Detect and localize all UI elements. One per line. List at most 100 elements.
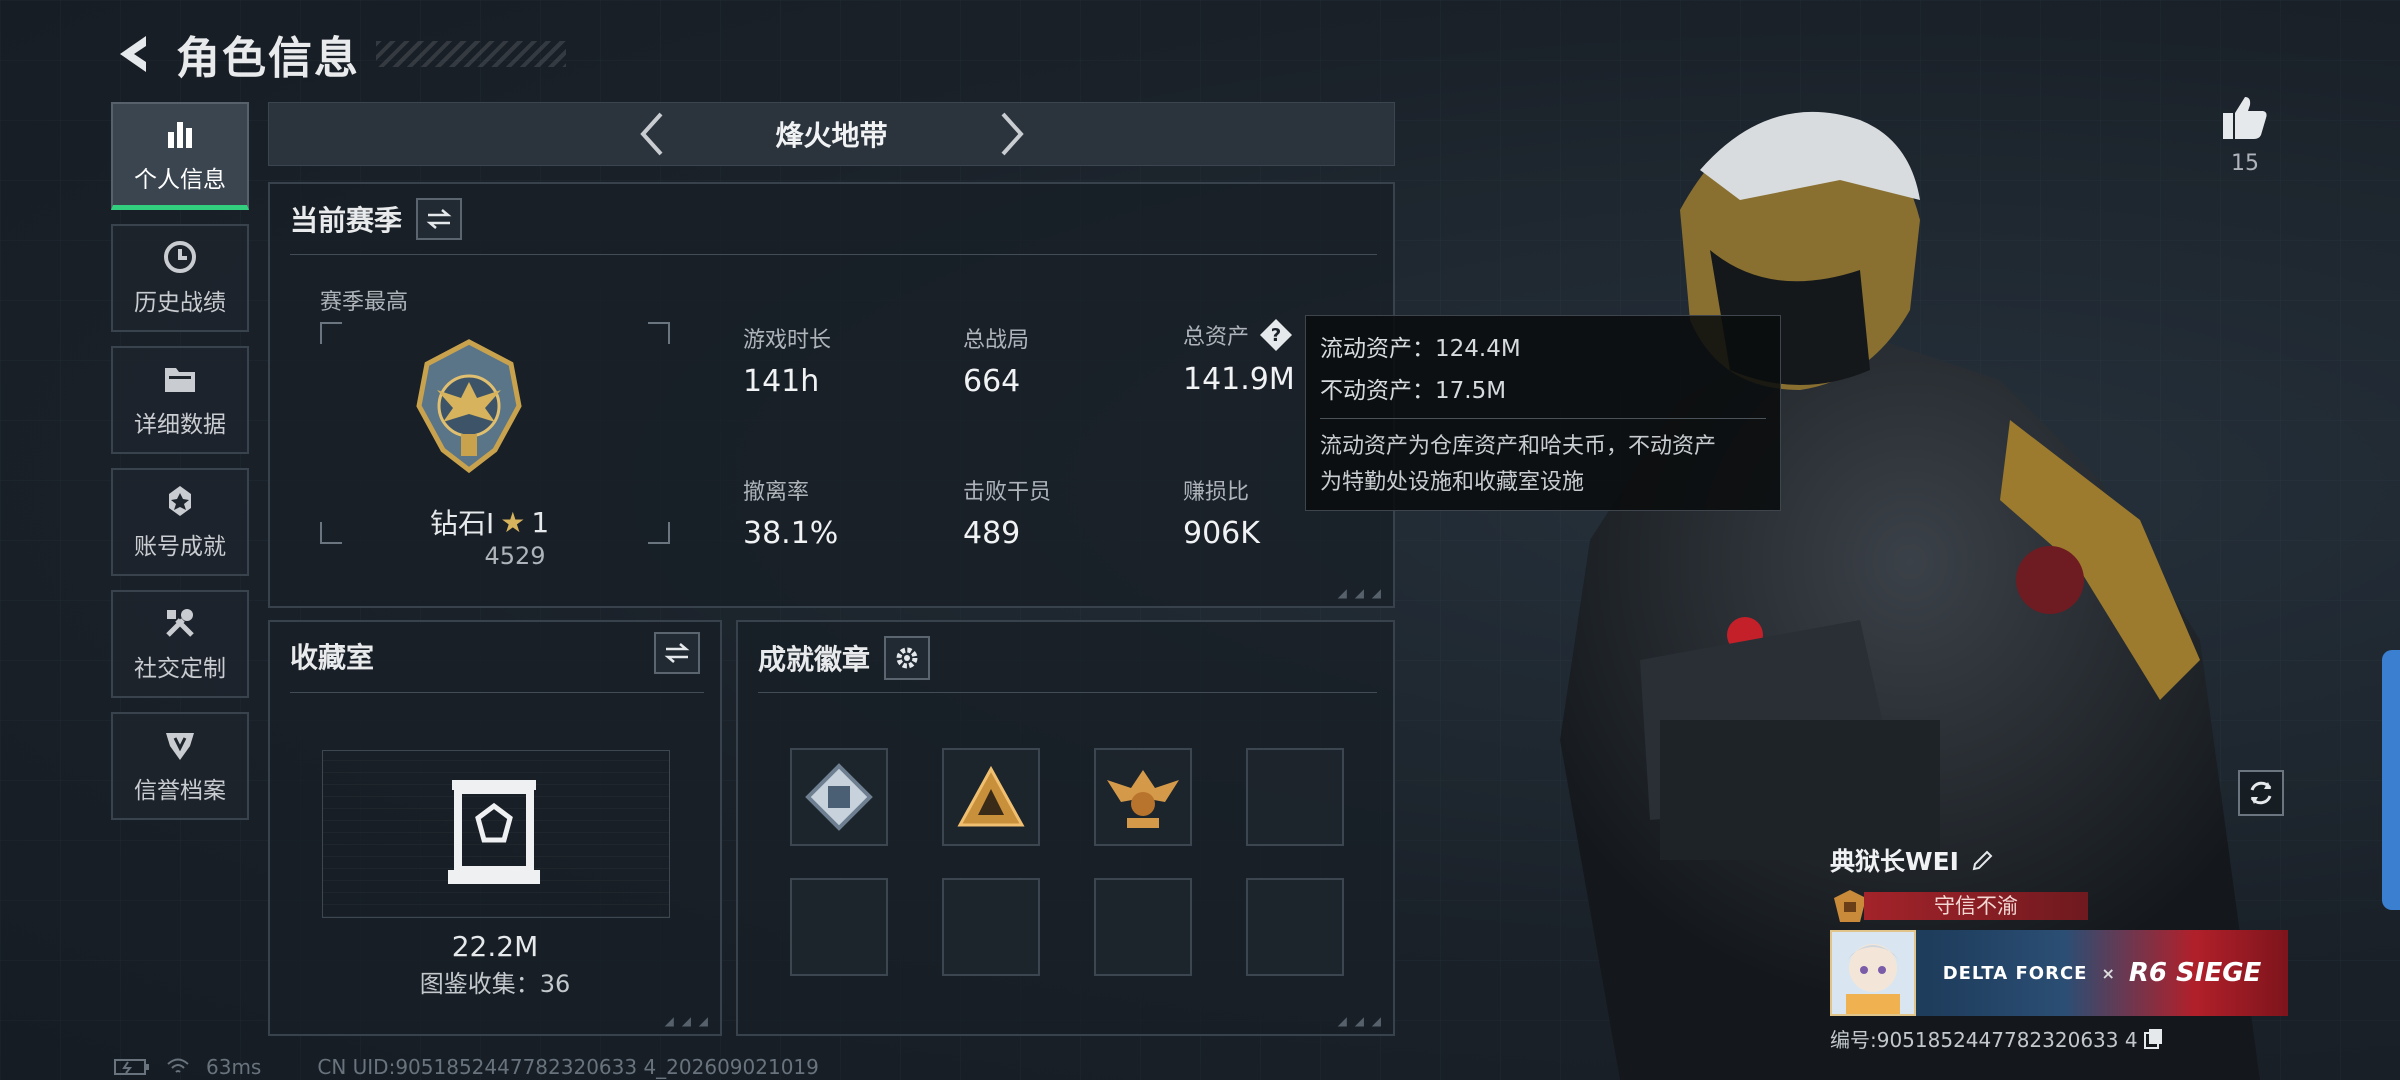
nav-label: 信誉档案	[134, 778, 226, 804]
stat-value: 906K	[1183, 516, 1260, 551]
stat-total-assets: 总资产 ? 141.9M	[1183, 318, 1295, 397]
nav-item-details[interactable]: 详细数据	[111, 346, 249, 454]
divider	[1320, 418, 1766, 419]
edit-pencil-icon[interactable]	[1971, 848, 1995, 872]
like-area: 15	[2220, 95, 2270, 176]
stat-value: 664	[963, 364, 1021, 399]
copy-icon[interactable]	[2143, 1028, 2164, 1050]
season-title: 当前赛季	[290, 204, 403, 237]
player-id-row: 编号:9051852447782320633 4	[1830, 1024, 2290, 1053]
player-card: 典狱长WEI 守信不渝 DELTA FORCE × R6 SIEGE 编号:90…	[1830, 842, 2290, 1053]
season-switch-button[interactable]	[416, 198, 463, 240]
like-count: 15	[2231, 151, 2259, 176]
back-arrow-icon[interactable]	[110, 32, 154, 76]
badge-settings-button[interactable]	[884, 636, 931, 680]
tooltip-fixed-assets: 不动资产：17.5M	[1320, 378, 1507, 404]
history-clock-icon	[162, 239, 198, 275]
corner-decoration: ◢ ◢ ◢	[664, 1014, 710, 1028]
stat-playtime: 游戏时长 141h	[743, 322, 831, 399]
wifi-icon	[167, 1058, 189, 1073]
nav-item-reputation[interactable]: 信誉档案	[111, 712, 249, 820]
rotate-icon	[2250, 781, 2272, 805]
prev-mode-chevron-icon[interactable]	[622, 104, 682, 164]
banner-cross: ×	[2101, 963, 2115, 983]
help-question-icon[interactable]: ?	[1259, 318, 1293, 352]
badges-panel: 成就徽章 ◢ ◢ ◢	[736, 620, 1395, 1036]
assets-tooltip: 流动资产：124.4M 不动资产：17.5M 流动资产为仓库资产和哈夫币，不动资…	[1305, 315, 1781, 511]
player-name: 典狱长WEI	[1830, 847, 1959, 876]
bar-chart-icon	[162, 116, 198, 152]
badge-slot-empty[interactable]	[1246, 748, 1344, 846]
tools-icon	[162, 605, 198, 641]
badge-slot-empty[interactable]	[1246, 878, 1344, 976]
side-drawer-tab[interactable]	[2382, 650, 2400, 910]
badge-slot-empty[interactable]	[942, 878, 1040, 976]
stat-label: 总资产	[1183, 325, 1250, 350]
season-best-label: 赛季最高	[320, 290, 409, 315]
stat-label: 总战局	[963, 328, 1030, 353]
collection-count: 图鉴收集：36	[419, 970, 571, 998]
nav-label: 个人信息	[134, 166, 226, 193]
ping-text: 63ms	[206, 1055, 262, 1079]
nav-item-profile[interactable]: 个人信息	[111, 102, 249, 210]
mode-title: 烽火地带	[775, 119, 888, 152]
collection-title: 收藏室	[290, 641, 375, 674]
swap-arrows-icon	[426, 209, 452, 229]
title-plate: 守信不渝	[1864, 892, 2088, 920]
stat-kills: 击败干员 489	[963, 474, 1051, 551]
avatar[interactable]	[1830, 930, 1916, 1016]
stat-total-matches: 总战局 664	[963, 322, 1029, 399]
badge-slot[interactable]	[942, 748, 1040, 846]
folder-icon	[162, 361, 198, 397]
divider	[290, 254, 1377, 255]
next-mode-chevron-icon[interactable]	[982, 104, 1042, 164]
stat-value: 141.9M	[1183, 362, 1295, 397]
nav-item-social[interactable]: 社交定制	[111, 590, 249, 698]
status-footer: 63ms CN UID:9051852447782320633 4_202609…	[114, 1055, 819, 1079]
banner-art: DELTA FORCE × R6 SIEGE	[1916, 930, 2288, 1016]
corner-decoration: ◢ ◢ ◢	[1337, 1014, 1383, 1028]
badge-slot[interactable]	[790, 748, 888, 846]
nav-item-history[interactable]: 历史战绩	[111, 224, 249, 332]
badge-slot-empty[interactable]	[1094, 878, 1192, 976]
badges-header: 成就徽章	[758, 636, 931, 680]
stat-value: 38.1%	[743, 516, 839, 551]
divider	[290, 692, 704, 693]
collection-switch-button[interactable]	[654, 632, 700, 674]
player-id: 编号:9051852447782320633 4	[1830, 1028, 2138, 1052]
swap-arrows-icon	[664, 643, 690, 663]
page-header: 角色信息	[110, 22, 566, 86]
stat-extract-rate: 撤离率 38.1%	[743, 474, 838, 551]
stat-label: 撤离率	[743, 480, 810, 505]
nav-item-achievements[interactable]: 账号成就	[111, 468, 249, 576]
stat-label: 击败干员	[963, 480, 1052, 505]
rank-name: 钻石Ⅰ ★ 1	[430, 502, 610, 542]
rank-tier-text: 钻石Ⅰ	[430, 507, 495, 540]
tooltip-liquid-assets: 流动资产：124.4M	[1320, 336, 1521, 362]
triangle-badge-icon	[957, 765, 1025, 827]
rotate-model-button[interactable]	[2238, 770, 2284, 816]
divider	[758, 692, 1377, 693]
badges-title: 成就徽章	[758, 643, 871, 676]
collection-panel: 收藏室 22.2M 图鉴收集：36 ◢ ◢ ◢	[268, 620, 722, 1036]
page-title: 角色信息	[176, 33, 360, 84]
achievement-icon	[162, 483, 198, 519]
badge-slot[interactable]	[1094, 748, 1192, 846]
stat-label: 游戏时长	[743, 328, 832, 353]
diamond-badge-icon	[805, 763, 873, 831]
thumbs-up-icon[interactable]	[2220, 95, 2270, 145]
tooltip-description-1: 流动资产为仓库资产和哈夫币，不动资产	[1320, 434, 1717, 459]
uid-text: CN UID:9051852447782320633 4_20260902101…	[317, 1055, 819, 1079]
collection-value: 22.2M	[451, 930, 539, 963]
badge-slot-empty[interactable]	[790, 878, 888, 976]
season-panel: 当前赛季 赛季最高 钻石Ⅰ ★ 1 4529 游戏时长 141h 总战局 664	[268, 182, 1395, 608]
stat-label-row: 总资产 ?	[1183, 318, 1295, 352]
svg-text:?: ?	[1271, 325, 1281, 346]
shield-badge-icon	[162, 727, 198, 763]
nav-label: 账号成就	[134, 534, 226, 560]
collection-header: 收藏室	[290, 636, 374, 676]
player-name-row: 典狱长WEI	[1830, 842, 2290, 878]
title-badge[interactable]: 守信不渝	[1830, 888, 2290, 924]
profile-banner[interactable]: DELTA FORCE × R6 SIEGE	[1830, 930, 2290, 1016]
star-icon: ★	[500, 505, 526, 539]
